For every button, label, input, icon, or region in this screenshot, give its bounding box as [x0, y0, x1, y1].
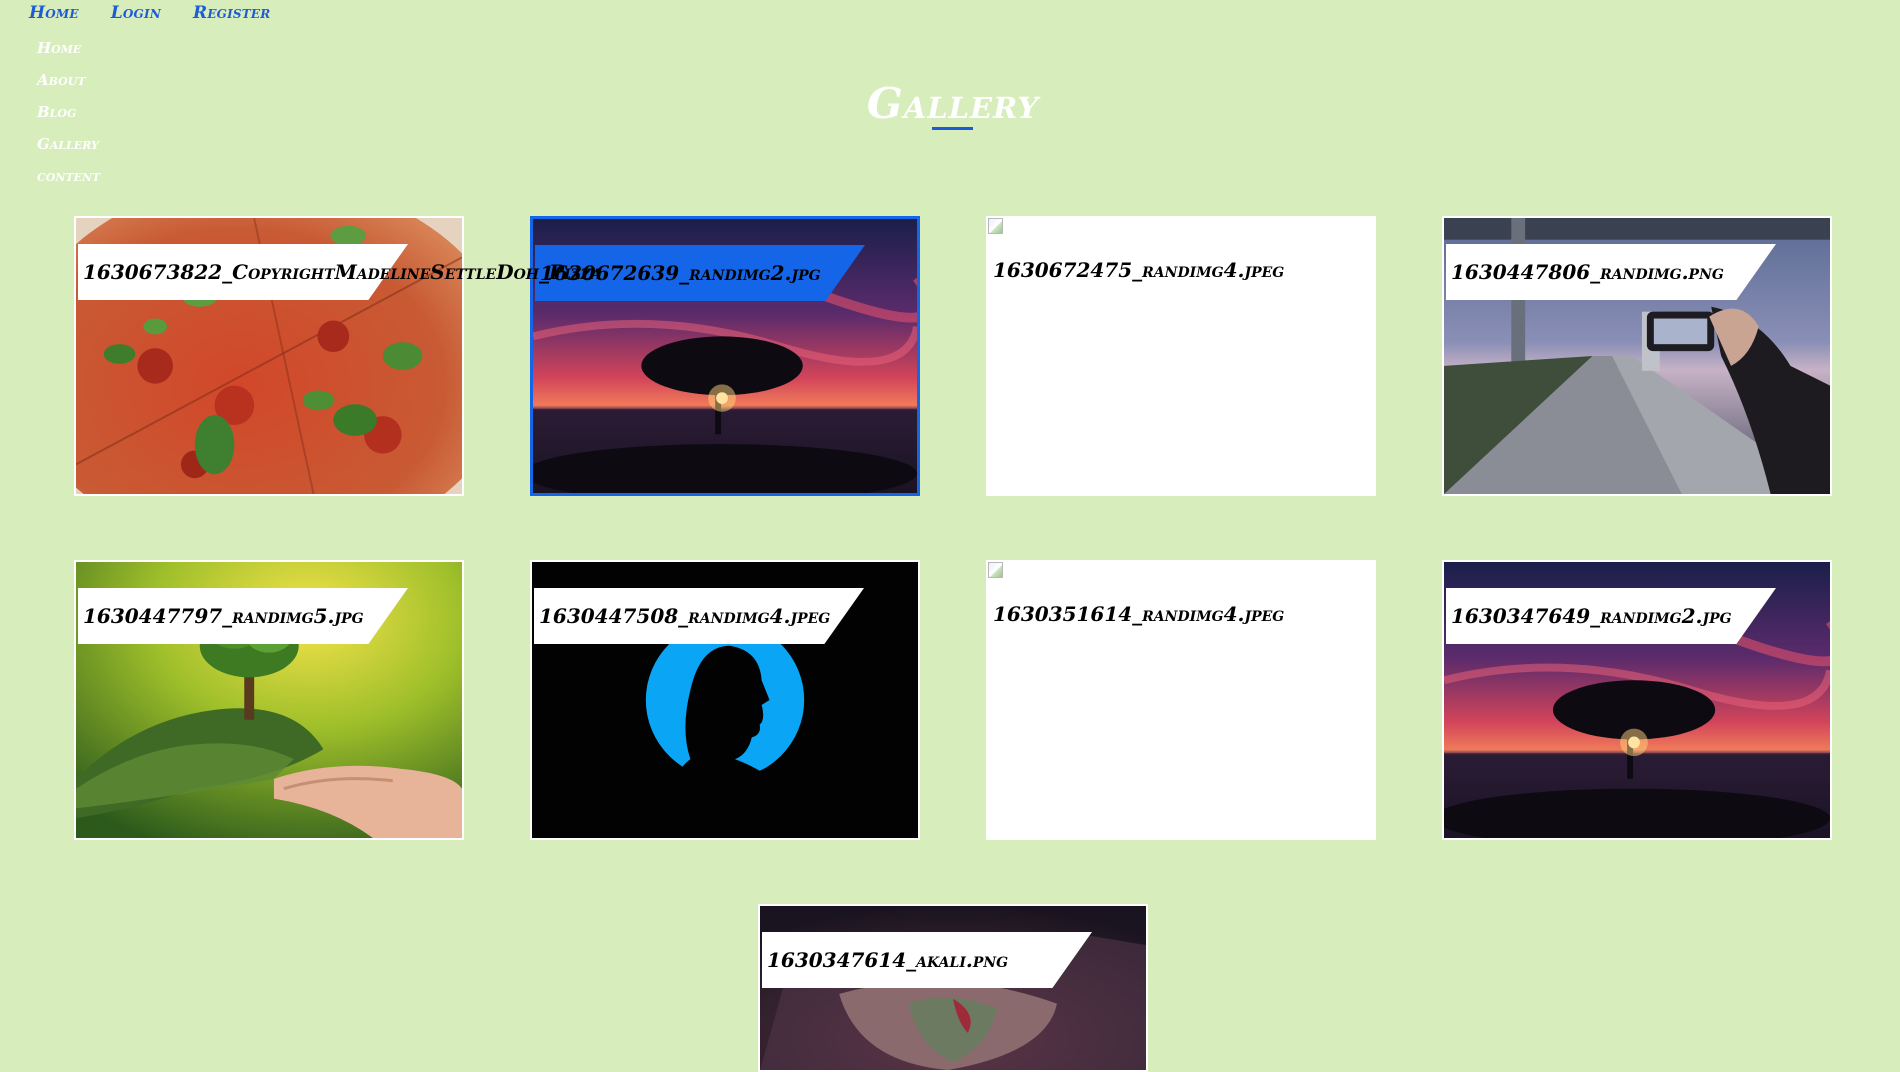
broken-image-icon: [988, 218, 1003, 234]
page-title: Gallery: [866, 79, 1040, 128]
gallery-item[interactable]: 1630347614_akali.png: [758, 904, 1148, 1072]
gallery-item[interactable]: 1630347649_randimg2.jpg: [1442, 560, 1832, 840]
gallery-item[interactable]: 1630447508_randimg4.jpeg: [530, 560, 920, 840]
gallery-item-caption: 1630672639_randimg2.jpg: [540, 261, 821, 285]
gallery-item[interactable]: 1630447806_randimg.png: [1442, 216, 1832, 496]
gallery-item[interactable]: 1630673822_CopyrightMadelineSettleDoh_Pi…: [74, 216, 602, 496]
broken-image-icon: [988, 562, 1003, 578]
sidenav-home-link[interactable]: Home: [37, 38, 100, 58]
gallery-item-caption: 1630347614_akali.png: [767, 948, 1009, 972]
gallery-item-caption: 1630672475_randimg4.jpeg: [993, 258, 1285, 282]
gallery-item-caption: 1630351614_randimg4.jpeg: [993, 602, 1285, 626]
gallery-item-caption: 1630447806_randimg.png: [1451, 260, 1724, 284]
topnav-home-link[interactable]: Home: [29, 3, 79, 23]
gallery-item[interactable]: 1630447797_randimg5.jpg: [74, 560, 464, 840]
gallery-item-caption: 1630347649_randimg2.jpg: [1451, 604, 1732, 628]
sidenav-gallery-link[interactable]: Gallery: [37, 134, 100, 154]
akali-artwork-image: [760, 906, 1146, 1070]
gallery-item[interactable]: 1630672475_randimg4.jpeg: [986, 216, 1376, 496]
gallery-item[interactable]: 1630351614_randimg4.jpeg: [986, 560, 1376, 840]
sidenav-content-link[interactable]: content: [37, 166, 100, 186]
gallery-item-caption: 1630447797_randimg5.jpg: [83, 604, 364, 628]
gallery-item-caption: 1630447508_randimg4.jpeg: [539, 604, 831, 628]
gallery-item-caption: 1630673822_CopyrightMadelineSettleDoh_Pi…: [83, 260, 602, 284]
topnav-login-link[interactable]: Login: [111, 3, 161, 23]
top-navigation: Home Login Register: [29, 0, 270, 26]
title-underline: [932, 127, 973, 130]
topnav-register-link[interactable]: Register: [193, 3, 270, 23]
gallery-item[interactable]: 1630672639_randimg2.jpg: [530, 216, 920, 496]
